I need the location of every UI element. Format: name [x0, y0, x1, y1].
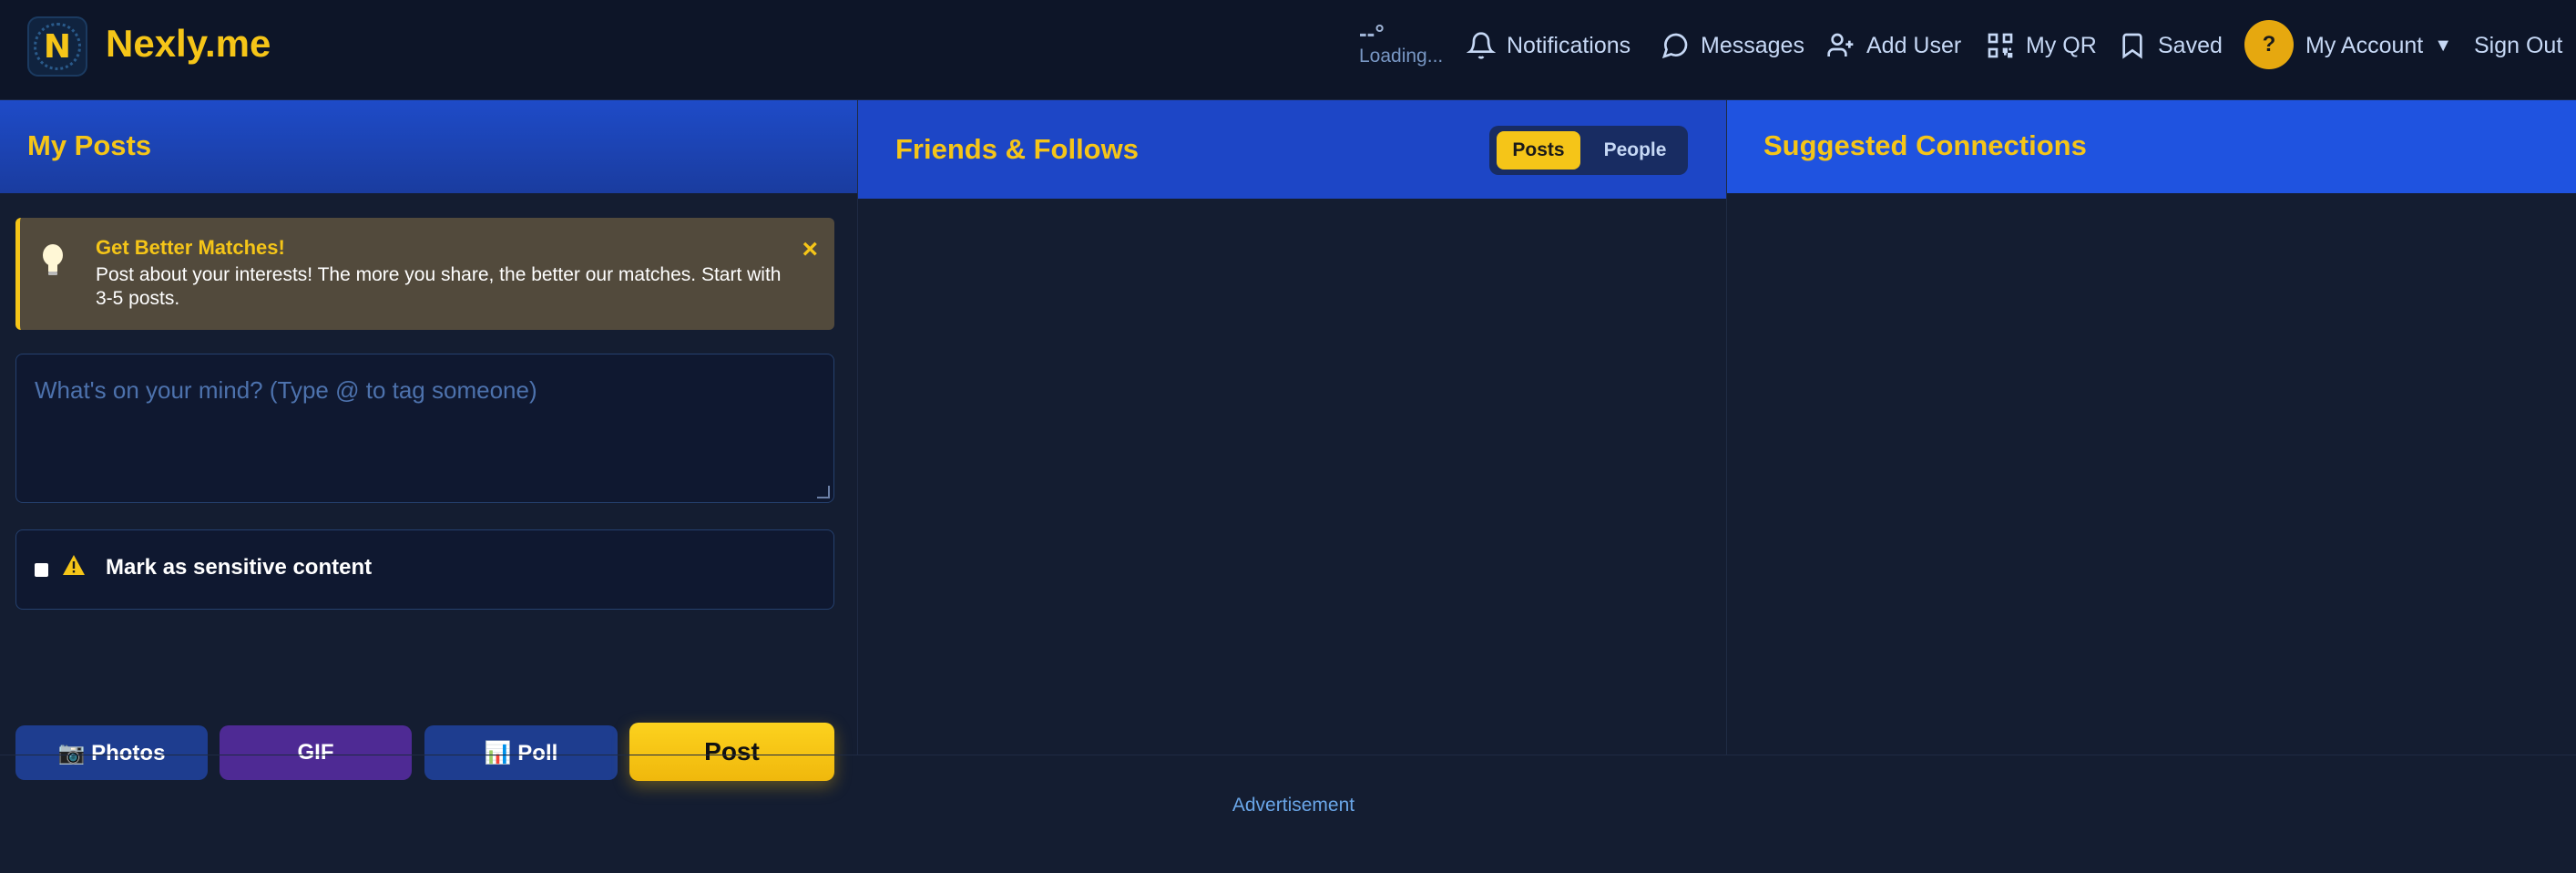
warning-icon: [63, 555, 85, 575]
nav-my-qr[interactable]: My QR: [1986, 27, 2097, 64]
nav-my-qr-label: My QR: [2026, 32, 2097, 58]
toggle-people[interactable]: People: [1593, 131, 1677, 169]
qr-code-icon: [1988, 33, 2013, 58]
tip-banner: Get Better Matches! Post about your inte…: [15, 218, 834, 330]
close-icon[interactable]: ×: [802, 236, 818, 263]
lightbulb-icon: [43, 244, 63, 275]
post-button[interactable]: Post: [629, 723, 834, 781]
friends-follows-panel: Friends & Follows Posts People: [858, 100, 1727, 755]
advertisement-label: Advertisement: [1232, 795, 1355, 816]
friends-follows-title: Friends & Follows: [895, 133, 1139, 165]
nav-add-user-label: Add User: [1866, 32, 1962, 58]
tip-title: Get Better Matches!: [96, 236, 285, 259]
nav-sign-out[interactable]: Sign Out: [2474, 27, 2562, 64]
avatar-initial: ?: [2262, 32, 2276, 56]
suggested-connections-title: Suggested Connections: [1727, 100, 2576, 193]
sensitive-content-row: Mark as sensitive content: [15, 529, 834, 610]
avatar[interactable]: ?: [2244, 20, 2294, 69]
nav-messages-label: Messages: [1701, 32, 1804, 58]
photos-button[interactable]: 📷 Photos: [15, 725, 208, 780]
brand-name[interactable]: Nexly.me: [106, 22, 271, 66]
my-posts-panel: My Posts Get Better Matches! Post about …: [0, 100, 858, 781]
tip-body: Post about your interests! The more you …: [96, 264, 782, 309]
post-composer-input[interactable]: What's on your mind? (Type @ to tag some…: [15, 354, 834, 503]
gif-button[interactable]: GIF: [220, 725, 412, 780]
nav-messages[interactable]: Messages: [1661, 27, 1804, 64]
poll-button[interactable]: 📊 Poll: [424, 725, 618, 780]
chevron-down-icon: ▼: [2434, 35, 2453, 56]
my-posts-title: My Posts: [0, 100, 857, 193]
logo[interactable]: N: [27, 16, 87, 77]
sensitive-checkbox[interactable]: [35, 563, 48, 577]
resize-handle-icon[interactable]: [817, 486, 830, 498]
nav-notifications[interactable]: Notifications: [1467, 27, 1630, 64]
nav-sign-out-label: Sign Out: [2474, 32, 2563, 58]
nav-my-account-label: My Account: [2305, 32, 2424, 58]
nav-saved-label: Saved: [2158, 32, 2223, 58]
nav-saved[interactable]: Saved: [2118, 27, 2223, 64]
logo-letter: N: [43, 27, 72, 66]
chat-bubble-icon: [1661, 33, 1688, 59]
suggested-connections-panel: Suggested Connections: [1727, 100, 2576, 755]
weather-status: Loading...: [1359, 46, 1444, 67]
logo-icon: N: [34, 23, 81, 70]
sensitive-label: Mark as sensitive content: [106, 555, 373, 580]
toggle-posts[interactable]: Posts: [1497, 131, 1580, 169]
composer-placeholder: What's on your mind? (Type @ to tag some…: [35, 376, 537, 404]
nav-add-user[interactable]: Add User: [1826, 27, 1961, 64]
nav-notifications-label: Notifications: [1507, 32, 1631, 58]
nav-my-account[interactable]: My Account ▼: [2305, 27, 2452, 64]
weather-temp: --°: [1359, 19, 1385, 46]
bell-icon: [1467, 32, 1496, 59]
feed-toggle: Posts People: [1489, 126, 1688, 175]
bookmark-icon: [2122, 33, 2142, 59]
add-user-icon: [1827, 33, 1854, 56]
weather-widget: --° Loading...: [1359, 20, 1443, 67]
top-header: N Nexly.me --° Loading... Notifications …: [0, 0, 2576, 100]
